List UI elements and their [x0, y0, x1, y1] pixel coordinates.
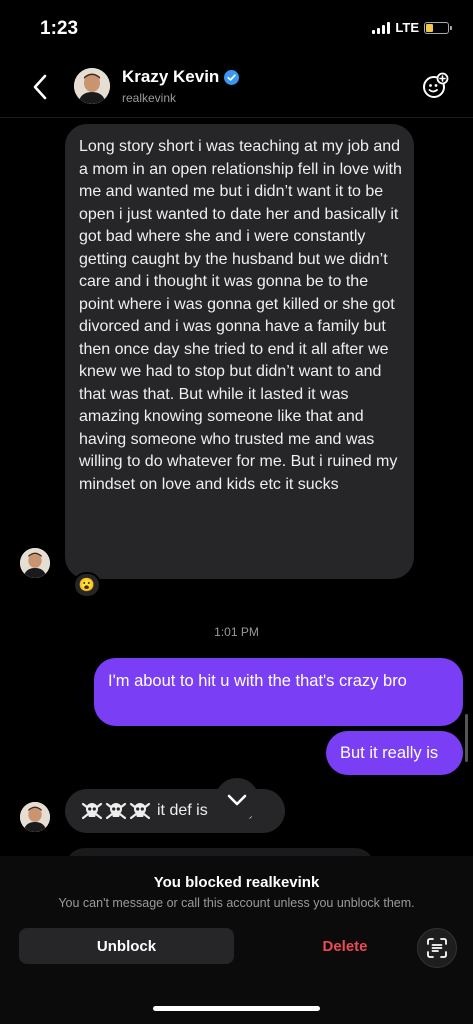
- avatar[interactable]: [20, 548, 50, 578]
- contact-handle: realkevink: [122, 91, 177, 105]
- scrollbar[interactable]: [465, 714, 468, 762]
- avatar[interactable]: [74, 68, 110, 104]
- battery-icon: [424, 21, 452, 34]
- status-time: 1:23: [40, 18, 79, 39]
- status-bar: 1:23 LTE: [0, 0, 473, 56]
- avatar[interactable]: [20, 802, 50, 832]
- chevron-down-icon: [227, 794, 247, 806]
- scroll-to-bottom-button[interactable]: [215, 778, 259, 822]
- outgoing-message[interactable]: I'm about to hit u with the that's crazy…: [94, 658, 463, 726]
- status-indicators: LTE: [372, 20, 452, 35]
- face-effects-icon[interactable]: [421, 72, 449, 100]
- message-text: it def is: [157, 802, 208, 819]
- blocked-subtitle: You can't message or call this account u…: [58, 896, 415, 910]
- home-indicator: [153, 1006, 320, 1011]
- chat-header: Krazy Kevin realkevink: [0, 56, 473, 118]
- scan-text-icon: [427, 938, 447, 958]
- contact-name[interactable]: Krazy Kevin: [122, 67, 240, 87]
- verified-badge-icon: [224, 69, 240, 85]
- contact-name-text: Krazy Kevin: [122, 67, 220, 86]
- message-timestamp: 1:01 PM: [214, 625, 259, 639]
- blocked-panel: You blocked realkevink You can't message…: [0, 856, 473, 1024]
- chevron-left-icon[interactable]: [28, 72, 52, 102]
- network-type: LTE: [395, 20, 419, 35]
- scan-text-button[interactable]: [417, 928, 457, 968]
- blocked-title: You blocked realkevink: [153, 874, 320, 891]
- outgoing-message[interactable]: But it really is: [326, 731, 463, 775]
- reaction-badge[interactable]: 😮: [73, 572, 101, 598]
- skull-crossbones-icon: [81, 801, 151, 821]
- unblock-button[interactable]: Unblock: [19, 928, 234, 964]
- incoming-message-long[interactable]: Long story short i was teaching at my jo…: [65, 124, 414, 579]
- signal-icon: [372, 21, 391, 34]
